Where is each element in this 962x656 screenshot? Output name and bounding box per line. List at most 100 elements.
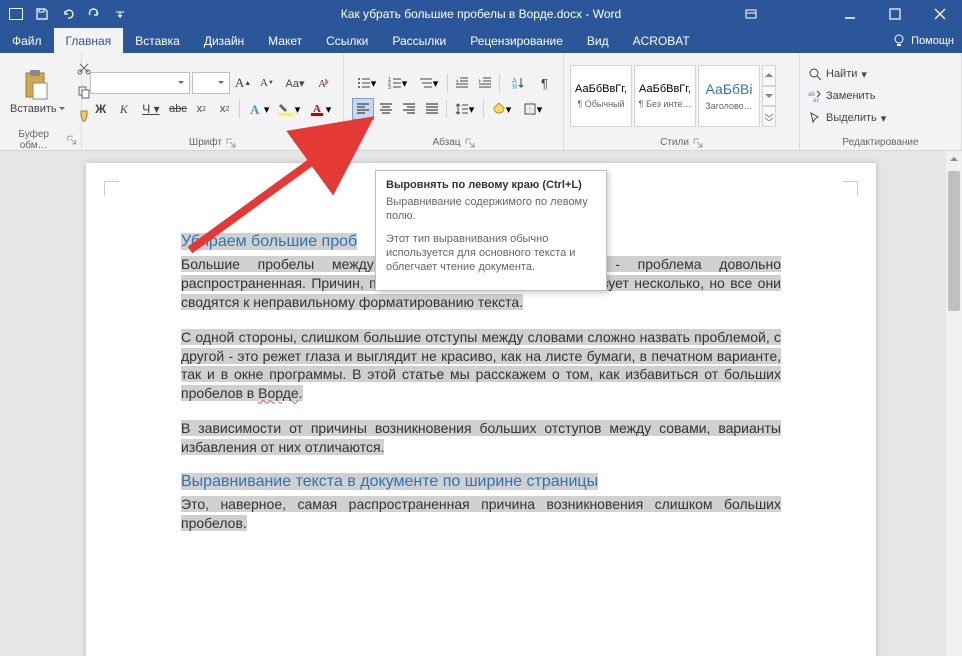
align-right-icon[interactable] xyxy=(398,98,420,120)
word-icon[interactable] xyxy=(4,2,28,26)
tab-references[interactable]: Ссылки xyxy=(314,28,380,53)
tab-design[interactable]: Дизайн xyxy=(192,28,256,53)
tooltip-desc: Выравнивание содержимого по левому полю. xyxy=(386,195,596,224)
replace-button[interactable]: abac Заменить xyxy=(808,86,886,106)
minimize-icon[interactable] xyxy=(827,0,872,28)
text-effects-icon[interactable]: A▾ xyxy=(244,98,273,120)
vertical-scrollbar[interactable] xyxy=(946,151,962,656)
ribbon-display-icon[interactable] xyxy=(735,0,767,28)
tab-file[interactable]: Файл xyxy=(0,28,54,53)
bold-icon[interactable]: Ж xyxy=(90,98,111,120)
paste-icon xyxy=(23,69,51,101)
highlight-icon[interactable]: ▾ xyxy=(275,98,304,120)
numbering-icon[interactable]: 123▾ xyxy=(383,72,413,94)
align-center-icon[interactable] xyxy=(375,98,397,120)
tooltip-desc: Этот тип выравнивания обычно используетс… xyxy=(386,232,596,275)
save-icon[interactable] xyxy=(30,2,54,26)
find-button[interactable]: Найти ▾ xyxy=(808,64,886,84)
decrease-indent-icon[interactable] xyxy=(451,72,473,94)
qa-customize-icon[interactable] xyxy=(108,2,132,26)
font-color-icon[interactable]: A▾ xyxy=(306,98,335,120)
align-left-icon[interactable] xyxy=(352,98,374,120)
lightbulb-icon xyxy=(891,33,907,49)
style-normal[interactable]: АаБбВвГг, ¶ Обычный xyxy=(570,65,632,127)
redo-icon[interactable] xyxy=(82,2,106,26)
underline-icon[interactable]: Ч ▾ xyxy=(136,98,165,120)
dialog-launcher-icon[interactable] xyxy=(67,135,77,145)
paste-label: Вставить xyxy=(10,103,57,115)
doc-paragraph: В зависимости от причины возникновения б… xyxy=(181,419,781,457)
tab-review[interactable]: Рецензирование xyxy=(458,28,575,53)
font-label: Шрифт xyxy=(189,137,222,148)
style-preview: АаБбВі xyxy=(706,81,753,97)
search-icon xyxy=(808,67,822,81)
italic-icon[interactable]: К xyxy=(113,98,134,120)
increase-indent-icon[interactable] xyxy=(474,72,496,94)
line-spacing-icon[interactable]: ▾ xyxy=(450,98,480,120)
replace-label: Заменить xyxy=(826,90,875,102)
tab-layout[interactable]: Макет xyxy=(256,28,314,53)
tab-view[interactable]: Вид xyxy=(575,28,621,53)
chevron-down-icon xyxy=(59,107,65,111)
font-name-combo[interactable] xyxy=(90,72,190,94)
scroll-up-icon[interactable] xyxy=(946,151,962,167)
group-styles: АаБбВвГг, ¶ Обычный АаБбВвГг, ¶ Без инте… xyxy=(564,53,800,150)
sort-icon[interactable]: AЯ xyxy=(503,72,533,94)
quick-access-toolbar xyxy=(0,2,132,26)
svg-text:Я: Я xyxy=(512,84,517,90)
style-nospace[interactable]: АаБбВвГг, ¶ Без инте… xyxy=(634,65,696,127)
styles-up-icon[interactable] xyxy=(762,65,776,86)
dialog-launcher-icon[interactable] xyxy=(465,138,475,148)
tab-acrobat[interactable]: ACROBAT xyxy=(621,28,702,53)
borders-icon[interactable]: ▾ xyxy=(518,98,548,120)
superscript-icon[interactable]: x2 xyxy=(214,98,235,120)
clear-formatting-icon[interactable]: A xyxy=(312,72,334,94)
font-size-combo[interactable] xyxy=(192,72,230,94)
group-font: A▲ A▼ Aa▾ A Ж К Ч ▾ abc x2 x2 A▾ ▾ A▾ xyxy=(82,53,344,150)
ribbon: Вставить Буфер обм… A▲ A▼ Aa▾ A xyxy=(0,53,962,151)
doc-paragraph: Это, наверное, самая распространенная пр… xyxy=(181,495,781,533)
tab-home[interactable]: Главная xyxy=(54,28,124,53)
styles-label: Стили xyxy=(660,137,689,148)
clipboard-label: Буфер обм… xyxy=(4,129,63,151)
change-case-icon[interactable]: Aa▾ xyxy=(280,72,310,94)
grow-font-icon[interactable]: A▲ xyxy=(232,72,254,94)
paste-button[interactable]: Вставить xyxy=(4,67,71,117)
align-justify-icon[interactable] xyxy=(421,98,443,120)
tell-me[interactable]: Помощн xyxy=(891,28,962,53)
pilcrow-icon[interactable]: ¶ xyxy=(534,72,556,94)
titlebar: Как убрать большие пробелы в Ворде.docx … xyxy=(0,0,962,28)
tab-mailings[interactable]: Рассылки xyxy=(380,28,458,53)
svg-text:A: A xyxy=(250,102,260,117)
link-word[interactable]: Ворде xyxy=(258,385,299,401)
multilevel-icon[interactable]: ▾ xyxy=(414,72,444,94)
svg-text:A: A xyxy=(318,78,326,90)
undo-icon[interactable] xyxy=(56,2,80,26)
bullets-icon[interactable]: ▾ xyxy=(352,72,382,94)
tab-insert[interactable]: Вставка xyxy=(123,28,192,53)
group-paragraph: ▾ 123▾ ▾ AЯ ¶ ▾ xyxy=(344,53,564,150)
editing-label: Редактирование xyxy=(842,137,918,148)
maximize-icon[interactable] xyxy=(872,0,917,28)
subscript-icon[interactable]: x2 xyxy=(191,98,212,120)
shading-icon[interactable]: ▾ xyxy=(487,98,517,120)
style-name: Заголово… xyxy=(699,101,759,111)
align-left-tooltip: Выровнять по левому краю (Ctrl+L) Выравн… xyxy=(375,170,607,291)
tell-me-label: Помощн xyxy=(911,35,954,47)
window-controls xyxy=(735,0,962,28)
shrink-font-icon[interactable]: A▼ xyxy=(256,72,278,94)
strikethrough-icon[interactable]: abc xyxy=(167,98,188,120)
styles-down-icon[interactable] xyxy=(762,86,776,107)
paragraph-label: Абзац xyxy=(432,137,460,148)
dialog-launcher-icon[interactable] xyxy=(226,138,236,148)
styles-more-icon[interactable] xyxy=(762,106,776,127)
style-heading1[interactable]: АаБбВі Заголово… xyxy=(698,65,760,127)
select-button[interactable]: Выделить ▾ xyxy=(808,108,886,128)
dialog-launcher-icon[interactable] xyxy=(693,138,703,148)
replace-icon: abac xyxy=(808,89,822,103)
find-label: Найти xyxy=(826,68,857,80)
chevron-down-icon xyxy=(217,79,225,87)
scroll-thumb[interactable] xyxy=(948,171,960,311)
close-icon[interactable] xyxy=(917,0,962,28)
doc-heading-2: Выравнивание текста в документе по ширин… xyxy=(181,473,781,491)
